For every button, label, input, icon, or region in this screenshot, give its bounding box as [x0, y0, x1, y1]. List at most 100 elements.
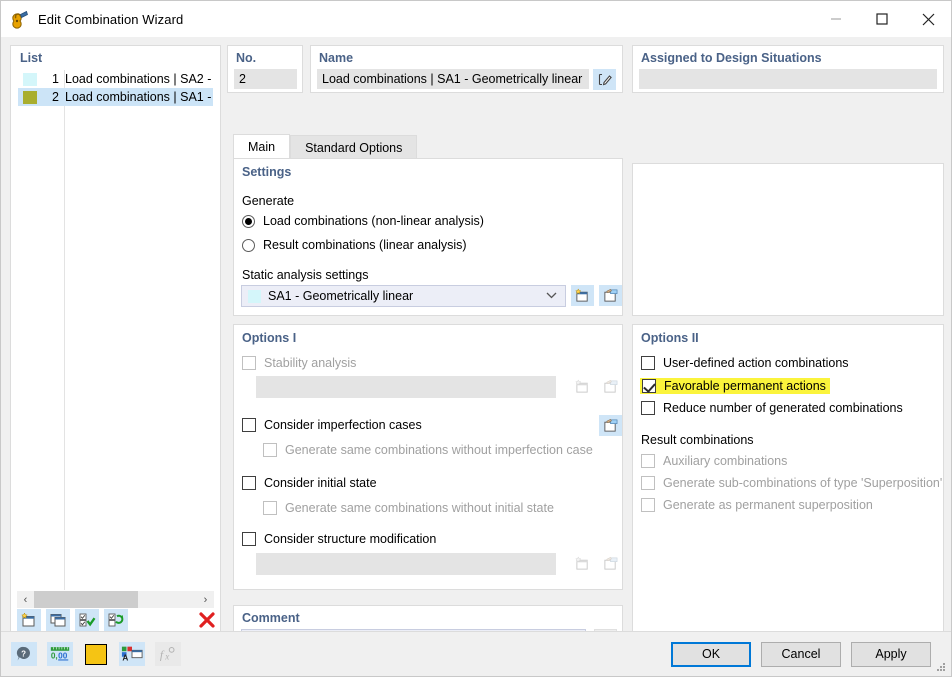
checkbox-generate-without-initial-state[interactable]: Generate same combinations without initi… [263, 501, 554, 515]
checkbox-generate-as-permanent-superposition-label: Generate as permanent superposition [663, 498, 873, 512]
assigned-design-situations-group: Assigned to Design Situations [632, 45, 944, 93]
checkbox-generate-without-initial-state-label: Generate same combinations without initi… [285, 501, 554, 515]
checkbox-icon[interactable] [641, 454, 655, 468]
radio-button-icon[interactable] [242, 238, 255, 252]
checkbox-favorable-permanent-actions[interactable]: Favorable permanent actions [640, 378, 830, 394]
assigned-design-situations-field[interactable] [639, 69, 937, 89]
display-properties-icon[interactable]: A [119, 642, 145, 666]
checkbox-generate-without-imperfection-case[interactable]: Generate same combinations without imper… [263, 443, 593, 457]
resize-grip[interactable] [937, 663, 947, 673]
window-controls [813, 1, 951, 37]
scroll-left-arrow[interactable]: ‹ [17, 591, 34, 608]
edit-stability-analysis-button [599, 376, 622, 397]
help-icon[interactable]: ? [11, 642, 37, 666]
tab-standard-options-label: Standard Options [305, 140, 403, 155]
generate-label: Generate [242, 194, 295, 208]
checkbox-auxiliary-combinations[interactable]: Auxiliary combinations [641, 454, 787, 468]
combination-list[interactable]: 1 Load combinations | SA2 - Secon 2 Load… [17, 69, 214, 591]
edit-static-analysis-button[interactable] [599, 285, 622, 306]
checkbox-reduce-number-of-generated-combinations[interactable]: Reduce number of generated combinations [641, 401, 903, 415]
minimize-icon[interactable] [813, 1, 859, 37]
radio-result-combinations[interactable]: Result combinations (linear analysis) [242, 238, 467, 252]
new-stability-analysis-button [571, 376, 594, 397]
radio-load-combinations-label: Load combinations (non-linear analysis) [263, 214, 484, 228]
scroll-right-arrow[interactable]: › [197, 591, 214, 608]
checkbox-icon[interactable] [242, 532, 256, 546]
ok-button[interactable]: OK [671, 641, 751, 667]
checkbox-favorable-permanent-actions-label: Favorable permanent actions [664, 379, 826, 393]
checkbox-consider-initial-state[interactable]: Consider initial state [242, 476, 377, 490]
checkbox-user-defined-action-combinations[interactable]: User-defined action combinations [641, 356, 849, 370]
edit-structure-modification-button [599, 553, 622, 574]
options2-title: Options II [641, 331, 699, 345]
list-item-color-swatch [23, 90, 37, 104]
list-item[interactable]: 2 Load combinations | SA1 - Geom [18, 88, 213, 106]
checkbox-icon[interactable] [641, 401, 655, 415]
checkbox-icon[interactable] [642, 379, 656, 393]
apply-button-label: Apply [875, 647, 907, 661]
edit-imperfection-cases-button[interactable] [599, 415, 622, 436]
chevron-down-icon[interactable] [546, 291, 557, 302]
scrollbar-track[interactable] [34, 591, 197, 608]
red-x-icon[interactable] [195, 609, 219, 631]
checkbox-auxiliary-combinations-label: Auxiliary combinations [663, 454, 788, 468]
tab-standard-options[interactable]: Standard Options [290, 135, 418, 159]
name-field[interactable]: Load combinations | SA1 - Geometrically … [317, 69, 589, 89]
name-label: Name [319, 51, 354, 65]
scrollbar-thumb[interactable] [34, 591, 138, 608]
checkbox-generate-without-imperfection-case-label: Generate same combinations without imper… [285, 443, 593, 457]
number-field[interactable]: 2 [234, 69, 297, 89]
close-icon[interactable] [905, 1, 951, 37]
edit-pencil-icon[interactable] [593, 69, 616, 90]
checkbox-consider-imperfection-cases[interactable]: Consider imperfection cases [242, 418, 422, 432]
title-bar: Edit Combination Wizard [1, 1, 951, 37]
checkbox-check-icon[interactable] [75, 609, 99, 631]
assigned-design-situations-label: Assigned to Design Situations [641, 51, 822, 65]
checkbox-icon[interactable] [242, 476, 256, 490]
checkbox-refresh-icon[interactable] [104, 609, 128, 631]
checkbox-consider-initial-state-label: Consider initial state [264, 476, 377, 490]
number-label: No. [236, 51, 257, 65]
comment-label: Comment [242, 611, 300, 625]
name-group: Name Load combinations | SA1 - Geometric… [310, 45, 623, 93]
radio-button-icon[interactable] [242, 214, 255, 228]
new-static-analysis-button[interactable] [571, 285, 594, 306]
checkbox-icon[interactable] [242, 356, 256, 370]
svg-text:0,: 0, [51, 652, 58, 661]
checkbox-stability-analysis[interactable]: Stability analysis [242, 356, 356, 370]
radio-result-combinations-label: Result combinations (linear analysis) [263, 238, 467, 252]
number-format-icon[interactable]: 0, 00 [47, 642, 73, 666]
copy-window-icon[interactable] [46, 609, 70, 631]
new-window-star-icon[interactable] [17, 609, 41, 631]
checkbox-icon[interactable] [641, 498, 655, 512]
list-horizontal-scrollbar[interactable]: ‹ › [17, 591, 214, 608]
checkbox-icon[interactable] [242, 418, 256, 432]
checkbox-generate-sub-combinations-superposition[interactable]: Generate sub-combinations of type 'Super… [641, 476, 942, 490]
formula-fx-icon: f x [155, 642, 181, 666]
bottom-bar: ? 0, 00 A f x OK Cancel Apply [1, 631, 951, 676]
settings-group: Settings Generate Load combinations (non… [233, 158, 623, 316]
checkbox-icon[interactable] [263, 443, 277, 457]
color-swatch-icon[interactable] [83, 642, 109, 666]
list-panel-title: List [20, 51, 43, 65]
static-analysis-color-swatch [248, 289, 261, 303]
svg-text:f: f [160, 648, 165, 662]
checkbox-icon[interactable] [641, 476, 655, 490]
list-toolbar [17, 608, 219, 632]
checkbox-icon[interactable] [263, 501, 277, 515]
maximize-icon[interactable] [859, 1, 905, 37]
svg-text:00: 00 [58, 652, 68, 661]
checkbox-generate-as-permanent-superposition[interactable]: Generate as permanent superposition [641, 498, 873, 512]
list-column-divider [64, 70, 65, 590]
combination-wizard-icon [10, 9, 30, 29]
checkbox-consider-structure-modification[interactable]: Consider structure modification [242, 532, 436, 546]
tab-main[interactable]: Main [233, 134, 291, 159]
list-item-number: 2 [52, 90, 59, 104]
static-analysis-settings-dropdown[interactable]: SA1 - Geometrically linear [241, 285, 566, 307]
apply-button[interactable]: Apply [851, 641, 931, 667]
tab-bar: Main Standard Options [233, 134, 418, 159]
checkbox-icon[interactable] [641, 356, 655, 370]
radio-load-combinations[interactable]: Load combinations (non-linear analysis) [242, 214, 484, 228]
cancel-button[interactable]: Cancel [761, 641, 841, 667]
list-item[interactable]: 1 Load combinations | SA2 - Secon [18, 70, 213, 88]
